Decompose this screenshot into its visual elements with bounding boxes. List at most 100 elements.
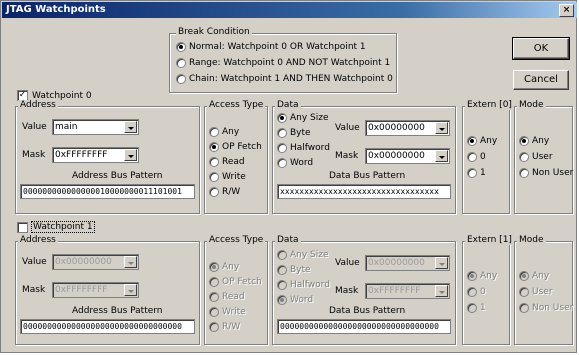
wp1-address-label: Address <box>18 235 58 245</box>
wp1-size-byte-label: Byte <box>290 265 311 275</box>
ok-button[interactable]: OK <box>512 37 570 60</box>
wp1-data-value-combo[interactable]: 0x00000000 <box>365 255 450 271</box>
wp0-extern-1-label: 1 <box>480 168 486 178</box>
wp1-mode-user-radio[interactable] <box>519 287 529 297</box>
wp0-data-value: 0x00000000 <box>368 123 425 133</box>
wp0-data-label: Data <box>275 100 301 110</box>
break-condition-label: Break Condition <box>176 27 252 37</box>
wp0-address-pattern: 000000000000000010000000011101001 <box>20 184 195 199</box>
wp1-mode-label: Mode <box>517 235 546 245</box>
break-normal-label: Normal: Watchpoint 0 OR Watchpoint 1 <box>189 42 366 52</box>
wp0-mode-nonuser-radio[interactable] <box>519 168 529 178</box>
wp1-address-pattern-label: Address Bus Pattern <box>72 306 163 316</box>
wp0-mode-nonuser-label: Non User <box>532 168 574 178</box>
wp0-extern-group: Extern [0] Any 0 1 <box>462 100 514 214</box>
wp0-address-value-combo[interactable]: main <box>52 119 139 135</box>
wp1-data-mask: 0xFFFFFFFF <box>368 286 421 296</box>
window-title: JTAG Watchpoints <box>6 4 106 15</box>
wp0-size-any-radio[interactable] <box>277 113 287 123</box>
chevron-down-icon[interactable] <box>124 121 137 133</box>
chevron-down-icon[interactable] <box>124 149 137 161</box>
wp1-mode-nonuser-label: Non User <box>532 303 574 313</box>
wp0-data-pattern-label: Data Bus Pattern <box>329 171 406 181</box>
wp0-address-group: Address Value main Mask 0xFFFFFFFF Addre… <box>15 100 200 214</box>
wp1-address-pattern: 000000000000000000000000000000000 <box>20 319 195 334</box>
wp0-mode-any-radio[interactable] <box>519 136 529 146</box>
wp1-address-value-combo[interactable]: 0x00000000 <box>52 254 139 270</box>
wp1-mode-any-label: Any <box>532 271 550 281</box>
wp0-address-mask: 0xFFFFFFFF <box>55 150 108 160</box>
wp1-size-word-radio[interactable] <box>277 295 287 305</box>
wp1-extern-label: Extern [1] <box>465 235 514 245</box>
wp0-access-read-radio[interactable] <box>209 157 219 167</box>
wp1-size-byte-radio[interactable] <box>277 265 287 275</box>
cancel-button[interactable]: Cancel <box>513 70 569 90</box>
wp0-size-word-radio[interactable] <box>277 158 287 168</box>
wp0-address-pattern-label: Address Bus Pattern <box>72 171 163 181</box>
break-chain-radio[interactable] <box>176 74 186 84</box>
wp1-value-label: Value <box>22 257 47 267</box>
wp0-access-any-radio[interactable] <box>209 127 219 137</box>
chevron-down-icon[interactable] <box>435 257 448 269</box>
chevron-down-icon[interactable] <box>435 122 448 134</box>
watchpoint-1-checkbox[interactable] <box>17 222 28 233</box>
wp1-extern-1-radio[interactable] <box>467 303 477 313</box>
wp1-data-mask-combo[interactable]: 0xFFFFFFFF <box>365 283 450 299</box>
wp1-mode-any-radio[interactable] <box>519 271 529 281</box>
wp1-address-group: Address Value 0x00000000 Mask 0xFFFFFFFF… <box>15 235 200 345</box>
wp1-extern-1-label: 1 <box>480 303 486 313</box>
chevron-down-icon[interactable] <box>435 285 448 297</box>
wp1-address-mask-combo[interactable]: 0xFFFFFFFF <box>52 282 139 298</box>
wp1-address-value: 0x00000000 <box>55 257 112 267</box>
wp0-size-word-label: Word <box>290 158 314 168</box>
wp1-access-type-group: Access Type Any OP Fetch Read Write R/W <box>204 235 268 345</box>
wp0-data-value-label: Value <box>335 123 360 133</box>
wp0-access-type-label: Access Type <box>207 100 266 110</box>
wp0-mode-user-radio[interactable] <box>519 152 529 162</box>
wp0-access-write-radio[interactable] <box>209 172 219 182</box>
break-normal-radio[interactable] <box>176 42 186 52</box>
wp0-access-read-label: Read <box>222 157 245 167</box>
wp0-extern-0-label: 0 <box>480 152 486 162</box>
wp0-data-group: Data Any Size Byte Halfword Word Value 0… <box>272 100 456 214</box>
break-condition-group: Break Condition Normal: Watchpoint 0 OR … <box>169 27 397 93</box>
wp1-access-opfetch-radio[interactable] <box>209 277 219 287</box>
wp1-size-halfword-radio[interactable] <box>277 280 287 290</box>
wp1-data-group: Data Any Size Byte Halfword Word Value 0… <box>272 235 456 345</box>
wp1-extern-0-radio[interactable] <box>467 287 477 297</box>
wp1-data-pattern-label: Data Bus Pattern <box>329 306 406 316</box>
wp1-size-any-label: Any Size <box>290 250 329 260</box>
wp0-address-label: Address <box>18 100 58 110</box>
wp0-access-opfetch-radio[interactable] <box>209 142 219 152</box>
wp1-size-any-radio[interactable] <box>277 250 287 260</box>
wp0-data-value-combo[interactable]: 0x00000000 <box>365 120 450 136</box>
wp0-size-byte-radio[interactable] <box>277 128 287 138</box>
wp0-mask-label: Mask <box>22 150 46 160</box>
wp0-access-opfetch-label: OP Fetch <box>222 142 262 152</box>
wp1-extern-any-radio[interactable] <box>467 271 477 281</box>
wp1-access-read-radio[interactable] <box>209 292 219 302</box>
wp0-data-mask-label: Mask <box>335 151 359 161</box>
chevron-down-icon[interactable] <box>124 284 137 296</box>
wp1-access-write-label: Write <box>222 307 246 317</box>
wp1-extern-any-label: Any <box>480 271 498 281</box>
wp0-size-halfword-radio[interactable] <box>277 143 287 153</box>
wp1-mask-label: Mask <box>22 285 46 295</box>
wp0-extern-0-radio[interactable] <box>467 152 477 162</box>
wp1-access-any-radio[interactable] <box>209 262 219 272</box>
title-bar[interactable]: JTAG Watchpoints × <box>2 2 577 18</box>
wp1-address-mask: 0xFFFFFFFF <box>55 285 108 295</box>
chevron-down-icon[interactable] <box>124 256 137 268</box>
wp0-extern-any-radio[interactable] <box>467 136 477 146</box>
wp0-address-mask-combo[interactable]: 0xFFFFFFFF <box>52 147 139 163</box>
wp0-data-mask-combo[interactable]: 0x00000000 <box>365 148 450 164</box>
wp1-mode-user-label: User <box>532 287 553 297</box>
wp1-access-rw-radio[interactable] <box>209 322 219 332</box>
wp1-mode-nonuser-radio[interactable] <box>519 303 529 313</box>
close-button[interactable]: × <box>559 4 574 17</box>
chevron-down-icon[interactable] <box>435 150 448 162</box>
break-range-radio[interactable] <box>176 58 186 68</box>
wp0-access-rw-radio[interactable] <box>209 187 219 197</box>
wp0-extern-1-radio[interactable] <box>467 168 477 178</box>
wp1-access-write-radio[interactable] <box>209 307 219 317</box>
